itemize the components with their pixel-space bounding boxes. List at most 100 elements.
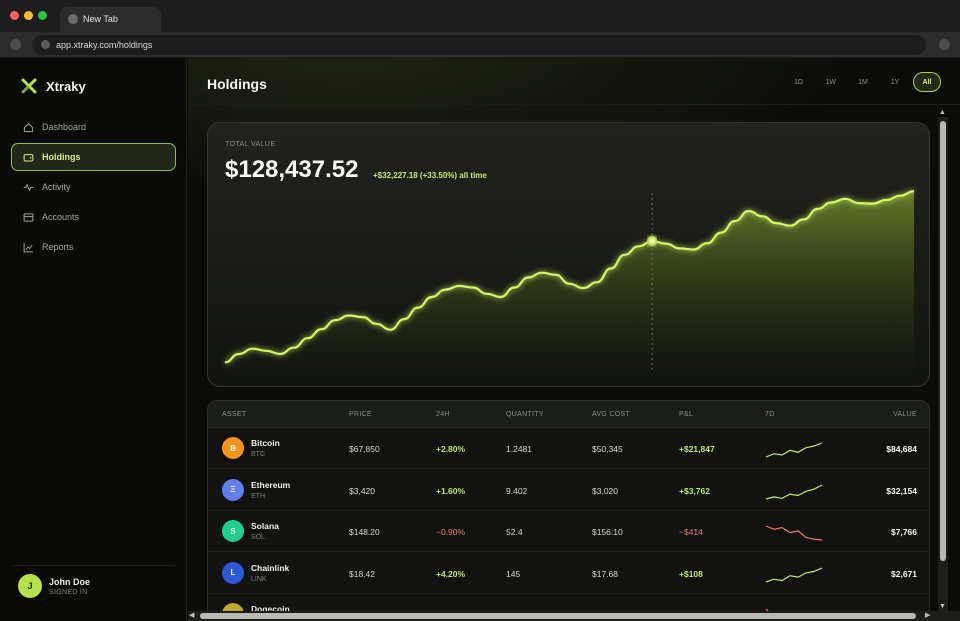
asset-symbol: BTC bbox=[251, 451, 265, 458]
header-divider bbox=[188, 104, 960, 105]
column-header-asset[interactable]: ASSET bbox=[222, 411, 246, 418]
asset-name: Ethereum bbox=[251, 479, 291, 490]
range-all-button[interactable]: All bbox=[913, 72, 941, 92]
range-1m-button[interactable]: 1M bbox=[849, 72, 877, 92]
column-header-quantity[interactable]: QUANTITY bbox=[506, 411, 544, 418]
browser-tab[interactable]: New Tab bbox=[60, 7, 161, 32]
scroll-up-arrow-icon[interactable]: ▲ bbox=[939, 109, 946, 116]
avg-cost-cell: $50,345 bbox=[592, 444, 623, 454]
table-row[interactable]: S Solana SOL $148.20 −0.90% 52.4 $156.10 −$414 $… bbox=[208, 511, 929, 552]
column-header-pnl[interactable]: P&L bbox=[679, 411, 693, 418]
quantity-cell: 145 bbox=[506, 568, 521, 579]
chart-hover-point[interactable] bbox=[647, 236, 658, 247]
maximize-window-button[interactable] bbox=[38, 11, 47, 20]
user-name: John Doe bbox=[49, 576, 91, 587]
coin-icon: B bbox=[222, 437, 244, 459]
user-profile[interactable]: J John Doe SIGNED IN bbox=[18, 574, 90, 598]
price-cell: $67,850 bbox=[349, 444, 380, 454]
sidebar-item-label: Reports bbox=[42, 242, 74, 252]
column-header-value[interactable]: VALUE bbox=[893, 411, 917, 418]
quantity-cell: 1.2481 bbox=[506, 444, 532, 454]
sidebar-item-dashboard[interactable]: Dashboard bbox=[11, 113, 176, 141]
sidebar-item-label: Accounts bbox=[42, 212, 80, 222]
table-row[interactable]: Ξ Ethereum ETH $3,420 +1.60% 9.402 $3,020 +$3,7… bbox=[208, 470, 929, 511]
scroll-down-arrow-icon[interactable]: ▼ bbox=[939, 603, 946, 610]
profile-button[interactable] bbox=[939, 39, 950, 50]
sidebar-item-accounts[interactable]: Accounts bbox=[11, 203, 176, 231]
sidebar-item-label: Dashboard bbox=[42, 122, 87, 132]
quantity-cell: 52.4 bbox=[506, 527, 523, 537]
chart-area-fill bbox=[225, 191, 914, 386]
url-bar[interactable]: app.xtraky.com/holdings bbox=[32, 35, 926, 55]
sparkline-7d bbox=[765, 525, 823, 541]
brand[interactable]: Xtraky bbox=[21, 78, 86, 94]
asset-symbol: LINK bbox=[251, 575, 267, 583]
sidebar-item-label: Activity bbox=[42, 182, 71, 192]
asset-name: Solana bbox=[251, 521, 279, 531]
vertical-scrollbar[interactable]: ▲ ▼ bbox=[938, 109, 948, 611]
sidebar-divider bbox=[12, 565, 175, 566]
avatar[interactable]: J bbox=[18, 574, 42, 598]
user-meta: John Doe SIGNED IN bbox=[49, 577, 90, 596]
total-change: +$32,227.18 (+33.50%) all time bbox=[373, 171, 487, 180]
range-1w-button[interactable]: 1W bbox=[817, 72, 846, 92]
change-24h-cell: +2.80% bbox=[436, 444, 466, 454]
portfolio-chart-card: TOTAL VALUE $128,437.52 +$32,227.18 (+33… bbox=[207, 122, 930, 387]
close-window-button[interactable] bbox=[10, 11, 19, 20]
column-header-avg-cost[interactable]: AVG COST bbox=[592, 411, 630, 418]
horizontal-scrollbar[interactable]: ◀ ▶ bbox=[188, 611, 960, 621]
avg-cost-cell: $3,020 bbox=[592, 485, 618, 496]
browser-tabbar: New Tab bbox=[0, 0, 960, 32]
pnl-cell: +$21,847 bbox=[679, 444, 715, 454]
value-cell: $2,671 bbox=[891, 568, 917, 579]
sparkline-7d bbox=[765, 442, 823, 458]
minimize-window-button[interactable] bbox=[24, 11, 33, 20]
quantity-cell: 9.402 bbox=[506, 485, 528, 496]
scroll-right-arrow-icon[interactable]: ▶ bbox=[925, 611, 930, 619]
change-24h-cell: −0.90% bbox=[436, 527, 466, 537]
table-row[interactable]: B Bitcoin BTC $67,850 +2.80% 1.2481 $50,345 +$2… bbox=[208, 428, 929, 469]
back-button[interactable] bbox=[10, 39, 21, 50]
table-header: ASSET PRICE 24H QUANTITY AVG COST P&L 7D… bbox=[208, 401, 929, 428]
pnl-cell: +$3,762 bbox=[679, 485, 710, 496]
value-cell: $7,766 bbox=[891, 527, 917, 537]
price-cell: $148.20 bbox=[349, 527, 380, 537]
column-header-24h[interactable]: 24H bbox=[436, 411, 450, 418]
asset-symbol: ETH bbox=[251, 492, 265, 500]
sidebar-item-activity[interactable]: Activity bbox=[11, 173, 176, 201]
sparkline-path bbox=[765, 566, 823, 583]
table-row[interactable]: L Chainlink LINK $18.42 +4.20% 145 $17.68 +$108… bbox=[208, 553, 929, 594]
sparkline-path bbox=[765, 442, 823, 458]
scroll-left-arrow-icon[interactable]: ◀ bbox=[189, 611, 194, 619]
range-1d-button[interactable]: 1D bbox=[785, 72, 813, 92]
home-icon bbox=[23, 122, 34, 132]
sidebar: Xtraky Dashboard Holdings Activity Accou… bbox=[0, 58, 187, 621]
asset-name: Chainlink bbox=[251, 562, 290, 573]
coin-icon: L bbox=[222, 561, 244, 584]
vertical-scroll-thumb[interactable] bbox=[940, 121, 946, 561]
total-value: $128,437.52 bbox=[225, 156, 359, 183]
range-1y-button[interactable]: 1Y bbox=[881, 72, 909, 92]
sidebar-item-holdings[interactable]: Holdings bbox=[11, 143, 176, 171]
price-cell: $3,420 bbox=[349, 485, 375, 496]
bank-icon bbox=[23, 212, 34, 222]
tab-title: New Tab bbox=[83, 14, 118, 24]
sidebar-nav: Dashboard Holdings Activity Accounts Rep… bbox=[11, 113, 176, 263]
globe-icon bbox=[68, 14, 78, 24]
avg-cost-cell: $17.68 bbox=[592, 568, 618, 579]
coin-icon: Ξ bbox=[222, 478, 244, 501]
url-text[interactable]: app.xtraky.com/holdings bbox=[56, 40, 152, 50]
sidebar-item-label: Holdings bbox=[42, 152, 81, 162]
avg-cost-cell: $156.10 bbox=[592, 527, 623, 537]
site-info-icon[interactable] bbox=[41, 40, 50, 49]
column-header-price[interactable]: PRICE bbox=[349, 411, 372, 418]
sidebar-item-reports[interactable]: Reports bbox=[11, 233, 176, 261]
sparkline-path bbox=[765, 525, 823, 541]
sparkline-7d bbox=[765, 566, 823, 583]
chart-icon bbox=[23, 242, 33, 252]
price-cell: $18.42 bbox=[349, 568, 375, 579]
value-cell: $32,154 bbox=[886, 485, 917, 496]
horizontal-scroll-thumb[interactable] bbox=[200, 613, 916, 619]
user-status: SIGNED IN bbox=[49, 588, 88, 596]
change-24h-cell: +4.20% bbox=[436, 568, 466, 579]
